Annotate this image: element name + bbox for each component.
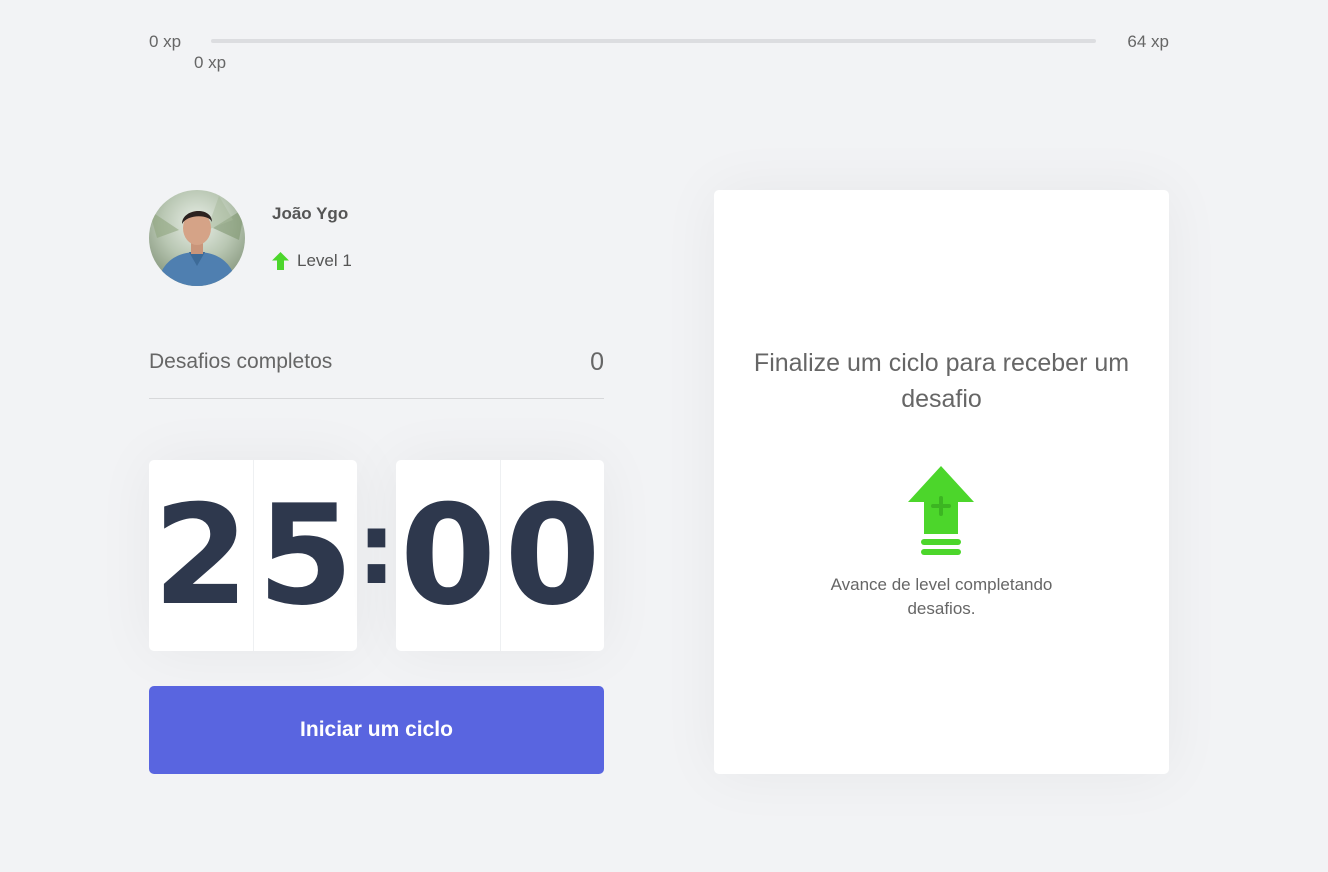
minute-digit-right: 5 (253, 460, 357, 651)
countdown-seconds: 0 0 (396, 460, 604, 651)
challenge-box-title: Finalize um ciclo para receber um desafi… (753, 349, 1130, 413)
experience-bar: 0 xp 0 xp 64 xp (149, 30, 1169, 80)
second-digit-right: 0 (500, 460, 604, 651)
level-indicator: Level 1 (272, 251, 352, 271)
second-digit-left: 0 (399, 475, 497, 636)
profile: João Ygo Level 1 (149, 190, 604, 286)
completed-challenges-count: 0 (590, 348, 604, 376)
user-avatar-photo (149, 196, 245, 286)
moveit-page: 0 xp 0 xp 64 xp João Ygo Level 1 Desafio… (0, 0, 1328, 872)
completed-challenges: Desafios completos 0 (149, 345, 604, 399)
xp-current-label: 0 xp (194, 53, 227, 72)
minute-digit-left: 2 (152, 475, 250, 636)
countdown-separator: : (356, 490, 397, 607)
completed-challenges-label: Desafios completos (149, 350, 333, 373)
profile-name: João Ygo (272, 204, 349, 223)
challenge-box: Finalize um ciclo para receber um desafi… (714, 190, 1169, 774)
countdown-minutes: 2 5 (149, 460, 357, 651)
xp-min-label: 0 xp (149, 32, 182, 51)
xp-track (211, 39, 1096, 43)
countdown: 2 5 : 0 0 (149, 460, 604, 651)
start-cycle-button[interactable]: Iniciar um ciclo (149, 686, 604, 774)
level-label: Level 1 (297, 251, 352, 270)
level-up-arrow-icon (272, 252, 289, 270)
challenge-box-description: Avance de level completando desafios. (830, 575, 1053, 618)
avatar (149, 190, 245, 286)
level-up-icon (907, 466, 975, 563)
xp-max-label: 64 xp (1127, 32, 1169, 51)
